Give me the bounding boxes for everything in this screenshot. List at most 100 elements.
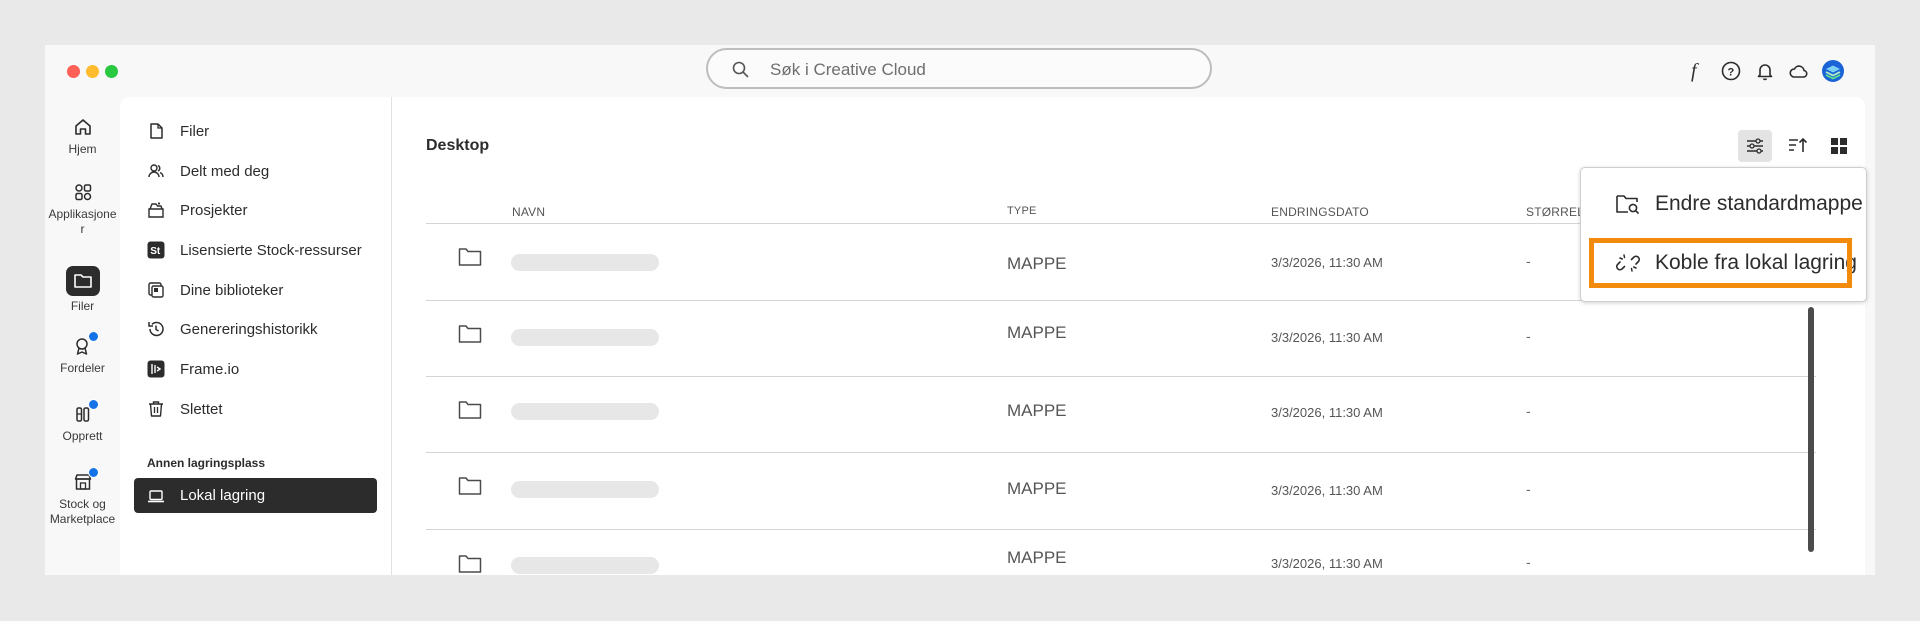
cell-size: - [1526,403,1531,419]
storage-options-menu: Endre standardmappe Koble fra lokal lagr… [1580,167,1867,302]
column-header-date[interactable]: ENDRINGSDATO [1271,205,1369,219]
menu-item-change-default-folder[interactable]: Endre standardmappe [1581,178,1866,230]
sidebar-item-shared[interactable]: Delt med deg [147,159,269,183]
bell-icon[interactable] [1753,59,1777,83]
cell-type: MAPPE [1007,479,1067,498]
people-icon [147,162,165,180]
sidebar-label: Lisensierte Stock-ressurser [180,241,362,259]
rail-item-create[interactable]: Opprett [45,399,120,444]
cell-type: MAPPE [1007,401,1067,420]
search-icon [732,61,749,78]
sidebar-item-libraries[interactable]: Dine biblioteker [147,278,283,302]
cloud-icon[interactable] [1787,59,1811,83]
app-window: Søk i Creative Cloud f ? Hjem Applikasjo… [45,45,1875,575]
file-icon [147,122,165,140]
sidebar-label: Lokal lagring [180,487,266,504]
rail-item-apps[interactable]: Applikasjone r [45,180,120,237]
column-header-type[interactable]: TYPE [1007,205,1037,217]
home-icon [71,115,95,139]
sidebar-item-local-storage[interactable]: Lokal lagring [134,478,377,513]
rail-item-home[interactable]: Hjem [45,115,120,157]
rail-item-benefits[interactable]: Fordeler [45,331,120,376]
sidebar-label: Frame.io [180,360,240,378]
menu-item-label: Endre standardmappe [1655,192,1863,215]
grid-icon [1831,138,1847,154]
rail-label-home: Hjem [68,142,97,156]
svg-text:St: St [150,246,161,257]
sidebar-item-frameio[interactable]: Frame.io [147,357,239,381]
rail-label-create: Opprett [62,429,103,443]
grid-view-button[interactable] [1822,130,1856,162]
table-row[interactable]: MAPPE 3/3/2026, 11:30 AM - [426,301,1816,377]
help-icon[interactable]: ? [1719,59,1743,83]
cell-size: - [1526,481,1531,497]
file-name-placeholder [511,329,659,346]
sidebar-label: Delt med deg [180,162,270,180]
zoom-window-button[interactable] [105,65,118,78]
projects-icon [147,201,165,219]
notification-dot [87,467,99,478]
highlight-frame [1589,238,1852,288]
sidebar-item-files[interactable]: Filer [147,119,209,143]
sidebar-item-history[interactable]: Genereringshistorikk [147,317,318,341]
cell-type: MAPPE [1007,254,1067,273]
section-label-other-storage: Annen lagringsplass [147,456,266,470]
filter-icon [1747,138,1763,154]
file-name-placeholder [511,403,659,420]
cell-type: MAPPE [1007,323,1067,342]
history-icon [147,320,165,338]
library-icon [147,281,165,299]
cell-date: 3/3/2026, 11:30 AM [1271,556,1383,571]
minimize-window-button[interactable] [86,65,99,78]
sidebar-label: Slettet [180,400,223,418]
table-row[interactable]: MAPPE 3/3/2026, 11:30 AM - [426,453,1816,529]
scrollbar[interactable] [1808,307,1814,552]
rail-label-files: Filer [70,299,95,313]
folder-search-icon [1616,195,1640,215]
column-header-name[interactable]: NAVN [512,205,545,219]
files-sidebar: Filer Delt med deg Prosjekter St Lisensi… [120,97,392,575]
title-bar: Søk i Creative Cloud f ? [45,45,1875,97]
folder-icon [458,401,482,419]
folder-icon [458,325,482,343]
notification-dot [87,331,99,342]
breadcrumb[interactable]: Desktop [426,137,489,155]
table-row[interactable]: MAPPE 3/3/2026, 11:30 AM - [426,530,1816,575]
sidebar-label: Prosjekter [180,201,248,219]
fonts-icon[interactable]: f [1685,59,1709,83]
table-row[interactable]: MAPPE 3/3/2026, 11:30 AM - [426,377,1816,453]
close-window-button[interactable] [67,65,80,78]
notification-dot [87,399,99,410]
folder-icon [65,266,100,296]
rail-item-stock[interactable]: Stock og Marketplace [45,467,120,527]
sidebar-item-licensed-stock[interactable]: St Lisensierte Stock-ressurser [147,238,362,262]
file-name-placeholder [511,481,659,498]
cell-date: 3/3/2026, 11:30 AM [1271,405,1383,420]
folder-icon [458,248,482,266]
cell-size: - [1526,253,1531,269]
cell-date: 3/3/2026, 11:30 AM [1271,330,1383,345]
frameio-icon [147,360,165,378]
sort-button[interactable] [1781,130,1815,162]
cell-type: MAPPE [1007,548,1067,567]
laptop-icon [147,487,165,505]
cell-size: - [1526,554,1531,570]
apps-icon [71,180,95,204]
svg-text:?: ? [1728,67,1735,79]
badge-icon [71,331,99,358]
app-rail: Hjem Applikasjone r Filer Fordeler Oppre… [45,97,120,575]
search-input[interactable]: Søk i Creative Cloud [706,48,1212,89]
sidebar-item-deleted[interactable]: Slettet [147,397,223,421]
rail-item-files[interactable]: Filer [45,266,120,314]
sidebar-label: Filer [180,122,210,140]
filter-button[interactable] [1738,130,1772,162]
stock-icon [71,467,99,494]
stock-st-icon: St [147,241,165,259]
sidebar-item-projects[interactable]: Prosjekter [147,198,248,222]
account-avatar[interactable] [1821,59,1845,83]
cell-date: 3/3/2026, 11:30 AM [1271,483,1383,498]
search-placeholder: Søk i Creative Cloud [770,60,926,79]
sidebar-label: Genereringshistorikk [180,320,318,338]
cell-date: 3/3/2026, 11:30 AM [1271,255,1383,270]
folder-icon [458,477,482,495]
